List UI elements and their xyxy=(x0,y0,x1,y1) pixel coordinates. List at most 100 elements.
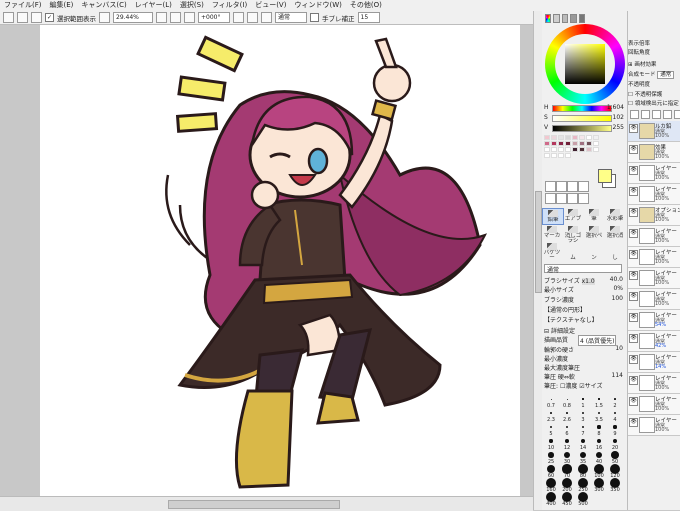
palette-swatch[interactable] xyxy=(551,141,557,146)
tool-7[interactable]: 選択消し xyxy=(605,225,625,261)
layer-row[interactable]: 👁 レイヤー 通常 100% xyxy=(628,163,680,184)
horizontal-scrollbar-thumb[interactable] xyxy=(168,500,340,509)
brush-size-preset[interactable]: 400 xyxy=(544,492,558,507)
brush-size-preset[interactable]: 0.8 xyxy=(560,395,574,409)
brush-size-preset[interactable]: 160 xyxy=(544,478,558,493)
visibility-eye-icon[interactable]: 👁 xyxy=(629,292,638,301)
brush-size-preset[interactable]: 2 xyxy=(608,395,622,409)
tool-3[interactable]: 水彩筆 xyxy=(605,208,625,223)
min-size-row[interactable]: 最小サイズ 0% xyxy=(544,285,625,294)
opacity-row[interactable]: 不透明度 xyxy=(628,80,680,88)
tool-0[interactable]: 鉛筆 xyxy=(542,208,564,225)
move-icon[interactable] xyxy=(545,193,556,204)
visibility-eye-icon[interactable]: 👁 xyxy=(629,376,638,385)
brush-shape-select[interactable]: 【通常の円形】 xyxy=(544,305,625,314)
brush-size-preset[interactable]: 4 xyxy=(608,409,622,423)
visibility-eye-icon[interactable]: 👁 xyxy=(629,355,638,364)
palette-swatch[interactable] xyxy=(565,147,571,152)
max-density-pressure-row[interactable]: 最大濃度筆圧 xyxy=(544,363,625,372)
palette-swatch[interactable] xyxy=(565,135,571,140)
palette-swatch[interactable] xyxy=(572,135,578,140)
visibility-eye-icon[interactable]: 👁 xyxy=(629,271,638,280)
detail-settings-toggle[interactable]: ⊟ 詳細設定 xyxy=(544,326,625,335)
blend-mode-select[interactable]: 通常 xyxy=(544,264,622,274)
brush-size-preset[interactable]: 14 xyxy=(576,437,590,451)
rgb-slider-tab-icon[interactable] xyxy=(553,14,560,23)
new-layer-icon[interactable] xyxy=(630,110,639,119)
rotation-field[interactable]: +000° xyxy=(198,12,230,23)
value-slider[interactable]: V 255 xyxy=(544,124,625,132)
mode-select[interactable]: 通常 xyxy=(275,12,307,23)
layer-row[interactable]: 👁 効果 通常 100% xyxy=(628,142,680,163)
merge-down-icon[interactable] xyxy=(652,110,661,119)
tool-5[interactable]: 消しゴム xyxy=(563,225,583,261)
palette-swatch[interactable] xyxy=(586,135,592,140)
palette-tab-icon[interactable] xyxy=(570,14,577,23)
palette-swatch[interactable] xyxy=(551,135,557,140)
layer-row[interactable]: 👁 レイヤー 通常 100% xyxy=(628,394,680,415)
brush-density-row[interactable]: ブラシ濃度 100 xyxy=(544,295,625,304)
palette-swatch[interactable] xyxy=(586,141,592,146)
rectangle-select-icon[interactable] xyxy=(545,181,556,192)
tool-1[interactable]: エアブラシ xyxy=(563,208,583,244)
rotation-reset-icon[interactable] xyxy=(247,12,258,23)
palette-swatch[interactable] xyxy=(544,141,550,146)
visibility-eye-icon[interactable]: 👁 xyxy=(629,313,638,322)
detection-source-row[interactable]: ☐ 領域検出元に指定 xyxy=(628,99,680,107)
menu-view[interactable]: ビュー(V) xyxy=(251,0,290,11)
brush-size-preset[interactable]: 5 xyxy=(544,423,558,437)
palette-swatch[interactable] xyxy=(544,153,550,158)
menu-filter[interactable]: フィルタ(I) xyxy=(208,0,251,11)
saturation-slider[interactable]: S 102 xyxy=(544,114,625,122)
brush-size-preset[interactable]: 1 xyxy=(576,395,590,409)
visibility-eye-icon[interactable]: 👁 xyxy=(629,250,638,259)
brush-size-preset[interactable]: 1.5 xyxy=(592,395,606,409)
tool-6[interactable]: 選択ペン xyxy=(584,225,604,261)
zoom-tool-icon[interactable] xyxy=(556,193,567,204)
brush-size-preset[interactable]: 25 xyxy=(544,451,558,465)
brush-texture-select[interactable]: 【テクスチャなし】 xyxy=(544,315,625,324)
visibility-eye-icon[interactable]: 👁 xyxy=(629,187,638,196)
palette-swatch[interactable] xyxy=(586,147,592,152)
layer-row[interactable]: 👁 レイヤー 通常 100% xyxy=(628,184,680,205)
palette-swatch[interactable] xyxy=(572,141,578,146)
mixer-tab-icon[interactable] xyxy=(578,14,586,23)
lasso-icon[interactable] xyxy=(556,181,567,192)
visibility-eye-icon[interactable]: 👁 xyxy=(629,124,638,133)
selection-display-checkbox[interactable]: ✓ xyxy=(45,13,54,22)
zoom-in-icon[interactable] xyxy=(156,12,167,23)
layer-row[interactable]: 👁 レイヤー 通常 100% xyxy=(628,415,680,436)
brush-size-preset[interactable]: 30 xyxy=(560,451,574,465)
tool-4[interactable]: マーカー xyxy=(542,225,562,261)
palette-swatch[interactable] xyxy=(572,147,578,152)
color-wheel-tab-icon[interactable] xyxy=(545,14,552,23)
brush-size-preset[interactable]: 8 xyxy=(592,423,606,437)
brush-size-preset[interactable]: 450 xyxy=(560,492,574,507)
brush-size-preset[interactable]: 250 xyxy=(576,478,590,493)
saturation-value-square[interactable] xyxy=(565,44,605,84)
horizontal-scrollbar[interactable] xyxy=(0,496,533,511)
brush-size-preset[interactable]: 300 xyxy=(592,478,606,493)
brush-size-preset[interactable]: 2.3 xyxy=(544,409,558,423)
menu-select[interactable]: 選択(S) xyxy=(176,0,208,11)
eyedropper-icon[interactable] xyxy=(578,193,589,204)
brush-size-preset[interactable]: 50 xyxy=(608,451,622,465)
clear-layer-icon[interactable] xyxy=(663,110,672,119)
delete-layer-icon[interactable] xyxy=(674,110,680,119)
menu-layer[interactable]: レイヤー(L) xyxy=(131,0,176,11)
brush-size-preset[interactable]: 9 xyxy=(608,423,622,437)
palette-swatch[interactable] xyxy=(593,135,599,140)
visibility-eye-icon[interactable]: 👁 xyxy=(629,208,638,217)
pressure-softness-row[interactable]: 筆圧 硬⇔軟 114 xyxy=(544,372,625,381)
stabilizer-checkbox[interactable] xyxy=(310,13,319,22)
brush-size-preset[interactable]: 2.6 xyxy=(560,409,574,423)
layer-row[interactable]: 👁 レイヤー 通常 54% xyxy=(628,310,680,331)
brush-size-preset[interactable]: 70 xyxy=(560,464,574,479)
min-density-row[interactable]: 最小濃度 xyxy=(544,354,625,363)
flip-horizontal-icon[interactable] xyxy=(261,12,272,23)
display-zoom-row[interactable]: 表示倍率 xyxy=(628,39,680,47)
deselect-icon[interactable] xyxy=(3,12,14,23)
palette-swatch[interactable] xyxy=(593,147,599,152)
palette-swatch[interactable] xyxy=(565,141,571,146)
brush-size-preset[interactable]: 10 xyxy=(544,437,558,451)
